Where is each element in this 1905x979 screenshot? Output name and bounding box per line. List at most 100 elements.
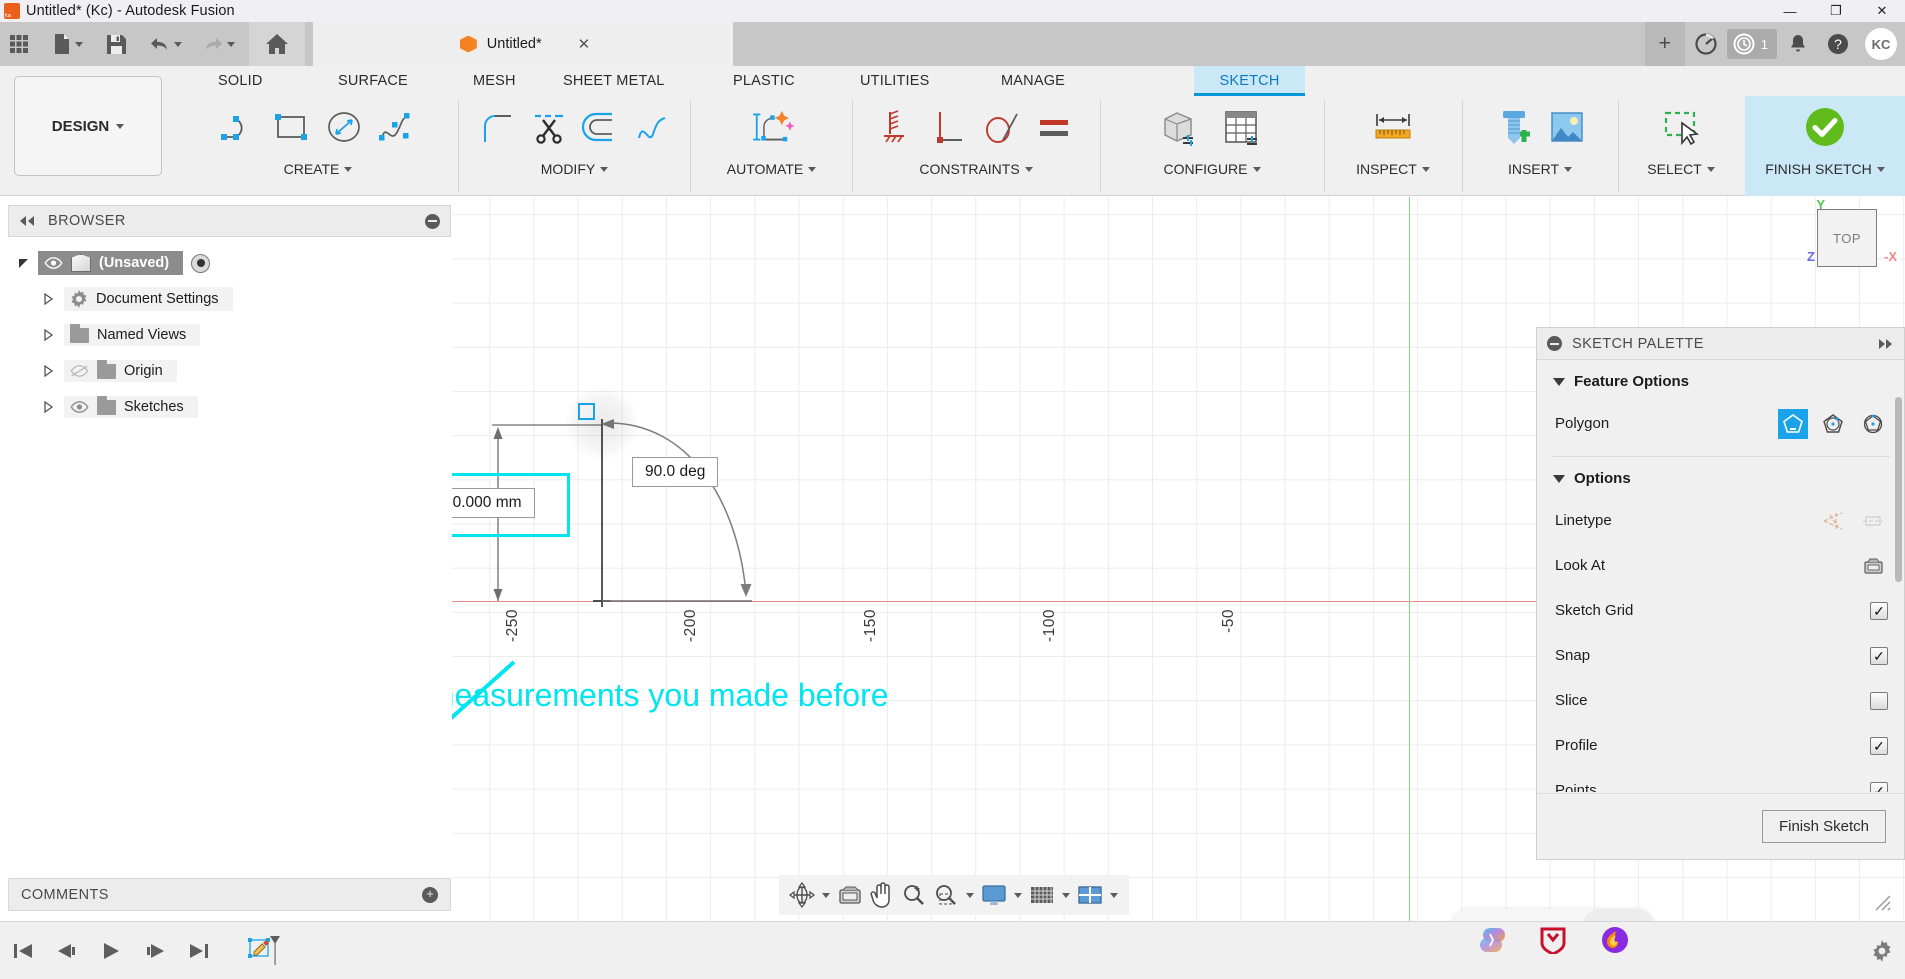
insert-image-icon[interactable]	[1540, 98, 1592, 156]
tab-surface[interactable]: SURFACE	[328, 66, 418, 96]
equal-constraint-icon[interactable]	[1028, 98, 1080, 156]
viewports-icon[interactable]	[1075, 878, 1105, 912]
measure-icon[interactable]	[1363, 98, 1423, 156]
collapse-palette-icon[interactable]	[1547, 336, 1562, 351]
chevron-down-icon[interactable]	[75, 41, 83, 47]
inspect-panel-footer[interactable]: INSPECT	[1356, 158, 1430, 180]
copilot-icon[interactable]	[1474, 923, 1508, 957]
rectangle-icon[interactable]	[266, 98, 318, 156]
chevron-down-icon[interactable]	[1024, 166, 1033, 172]
tab-solid[interactable]: SOLID	[208, 66, 273, 96]
tab-mesh[interactable]: MESH	[463, 66, 526, 96]
save-icon[interactable]	[97, 24, 135, 64]
collapse-left-icon[interactable]	[19, 215, 36, 227]
chevron-down-icon[interactable]	[174, 41, 182, 47]
comments-panel-header[interactable]: COMMENTS +	[8, 878, 451, 911]
insert-panel-footer[interactable]: INSERT	[1508, 158, 1573, 180]
pan-icon[interactable]	[867, 878, 897, 912]
chevron-down-icon[interactable]	[808, 166, 817, 172]
insert-mcmaster-part-icon[interactable]	[1488, 98, 1540, 156]
finish-sketch-button[interactable]: Finish Sketch	[1761, 810, 1886, 843]
profile-checkbox[interactable]: ✓	[1870, 736, 1888, 755]
tab-utilities[interactable]: UTILITIES	[850, 66, 939, 96]
add-comment-icon[interactable]: +	[422, 886, 438, 903]
chevron-down-icon[interactable]	[1876, 166, 1885, 172]
chevron-down-icon[interactable]	[1553, 377, 1565, 386]
workspace-selector[interactable]: DESIGN	[14, 76, 162, 176]
resize-grip-icon[interactable]	[1871, 891, 1895, 915]
minimize-button[interactable]: —	[1767, 0, 1813, 22]
chevron-down-icon[interactable]	[1564, 166, 1573, 172]
collapse-panel-icon[interactable]	[425, 213, 440, 229]
chevron-down-icon[interactable]	[600, 166, 609, 172]
step-back-icon[interactable]	[56, 941, 78, 961]
display-settings-icon[interactable]	[979, 878, 1009, 912]
settings-icon[interactable]	[1871, 939, 1893, 962]
chevron-down-icon[interactable]	[1252, 166, 1261, 172]
visibility-off-icon[interactable]	[70, 364, 89, 378]
tab-plastic[interactable]: PLASTIC	[723, 66, 805, 96]
close-icon[interactable]: ✕	[578, 35, 591, 53]
browser-row-document-settings[interactable]: Document Settings	[8, 281, 451, 317]
visibility-icon[interactable]	[70, 400, 89, 414]
browser-row-unsaved[interactable]: (Unsaved)	[8, 245, 451, 281]
redo-icon[interactable]	[196, 24, 241, 64]
help-icon[interactable]: ?	[1819, 25, 1857, 63]
chevron-down-icon[interactable]	[819, 878, 833, 912]
fix-constraint-icon[interactable]	[872, 98, 924, 156]
home-icon[interactable]	[249, 22, 305, 66]
chevron-down-icon[interactable]	[1706, 166, 1715, 172]
expand-arrow-icon[interactable]	[8, 258, 38, 269]
configure-panel-footer[interactable]: CONFIGURE	[1164, 158, 1261, 180]
perpendicular-constraint-icon[interactable]	[924, 98, 976, 156]
go-to-end-icon[interactable]	[188, 941, 210, 961]
curvature-icon[interactable]	[627, 98, 679, 156]
spline-icon[interactable]	[370, 98, 422, 156]
go-to-beginning-icon[interactable]	[12, 941, 34, 961]
chevron-down-icon[interactable]	[116, 123, 125, 129]
zoom-window-icon[interactable]	[931, 878, 961, 912]
tab-sketch[interactable]: SKETCH	[1194, 66, 1305, 96]
new-document-icon[interactable]	[46, 24, 89, 64]
visibility-icon[interactable]	[44, 256, 63, 270]
look-at-icon[interactable]	[835, 878, 865, 912]
maximize-button[interactable]: ❐	[1813, 0, 1859, 22]
chevron-down-icon[interactable]	[1059, 878, 1073, 912]
mcafee-icon[interactable]	[1536, 923, 1570, 957]
tangent-constraint-icon[interactable]	[976, 98, 1028, 156]
create-panel-footer[interactable]: CREATE	[284, 158, 353, 180]
finish-sketch-panel-footer[interactable]: FINISH SKETCH	[1765, 158, 1885, 180]
configure-design-icon[interactable]	[1150, 98, 1212, 156]
slice-checkbox[interactable]	[1870, 691, 1888, 710]
snap-checkbox[interactable]: ✓	[1870, 646, 1888, 665]
expand-right-icon[interactable]	[1877, 338, 1894, 350]
zoom-icon[interactable]	[899, 878, 929, 912]
modify-panel-footer[interactable]: MODIFY	[541, 158, 609, 180]
app-grid-icon[interactable]	[0, 24, 38, 64]
grid-snaps-icon[interactable]	[1027, 878, 1057, 912]
chevron-down-icon[interactable]	[1421, 166, 1430, 172]
new-tab-button[interactable]: +	[1644, 22, 1685, 66]
expand-arrow-icon[interactable]	[34, 401, 64, 413]
chevron-down-icon[interactable]	[227, 41, 235, 47]
sketch-grid-checkbox[interactable]: ✓	[1870, 601, 1888, 620]
offset-icon[interactable]	[575, 98, 627, 156]
orbit-icon[interactable]	[787, 878, 817, 912]
edge-polygon-button[interactable]	[1858, 409, 1888, 439]
browser-icon[interactable]	[1598, 923, 1632, 957]
chevron-down-icon[interactable]	[963, 878, 977, 912]
linear-dimension-input[interactable]: 40.000 mm	[452, 488, 535, 518]
bell-icon[interactable]	[1779, 25, 1817, 63]
expand-arrow-icon[interactable]	[34, 293, 64, 305]
circle-icon[interactable]	[318, 98, 370, 156]
look-at-icon[interactable]	[1858, 556, 1888, 576]
recent-documents-button[interactable]: 1	[1726, 29, 1777, 59]
select-window-icon[interactable]	[1646, 98, 1716, 156]
circumscribed-polygon-button[interactable]	[1818, 409, 1848, 439]
activate-component-radio[interactable]	[191, 253, 211, 273]
finish-sketch-check-icon[interactable]	[1790, 98, 1860, 156]
expand-arrow-icon[interactable]	[34, 365, 64, 377]
construction-line-icon[interactable]	[1818, 511, 1848, 531]
constraints-panel-footer[interactable]: CONSTRAINTS	[919, 158, 1033, 180]
view-cube[interactable]: TOP	[1817, 209, 1877, 267]
